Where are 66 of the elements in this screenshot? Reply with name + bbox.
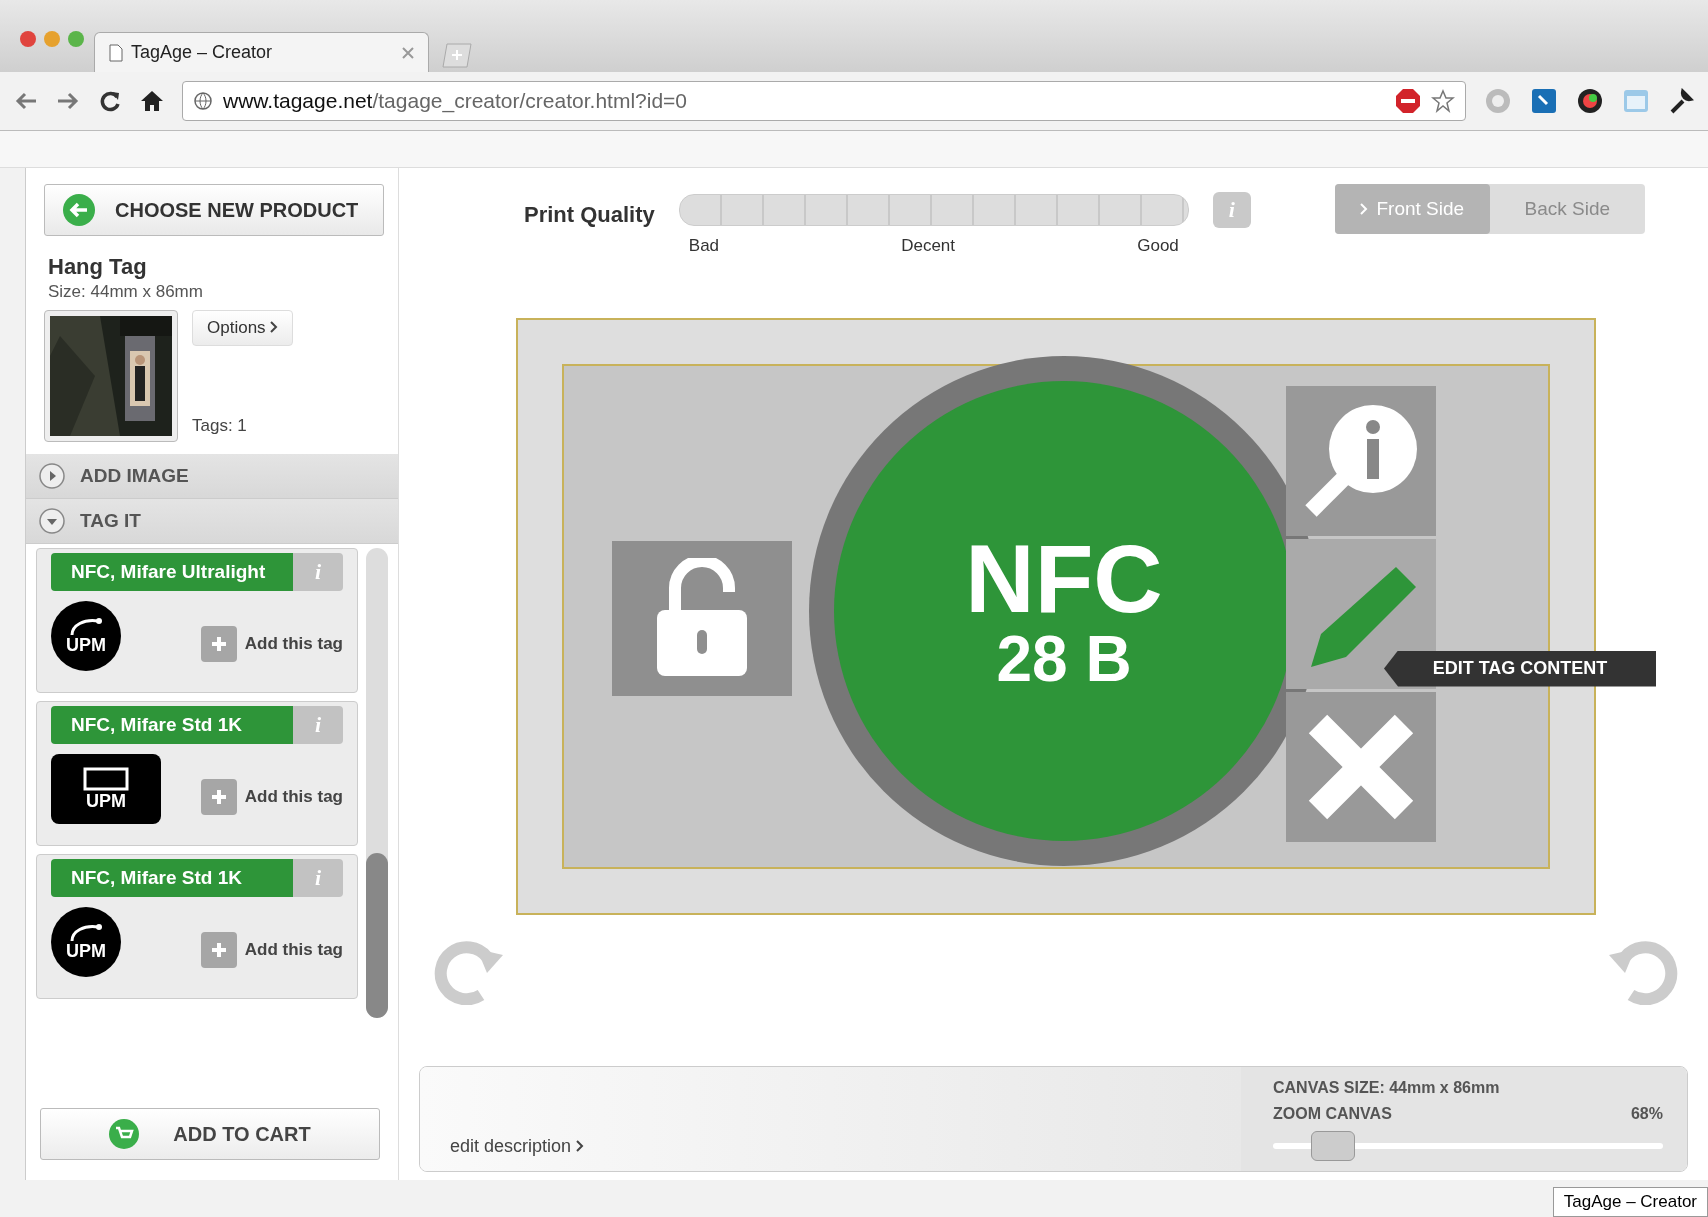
page-icon <box>109 43 123 62</box>
slider-thumb[interactable] <box>1310 1131 1355 1161</box>
product-name: Hang Tag <box>48 254 148 280</box>
zoom-window-button[interactable] <box>68 31 84 47</box>
add-tag-button[interactable]: Add this tag <box>200 779 343 815</box>
chevron-icon <box>1360 203 1369 215</box>
zoom-reading: 68% <box>1630 1105 1663 1123</box>
wrench-icon[interactable] <box>1668 88 1694 114</box>
address-bar[interactable]: www.tagage.net/tagage_creator/creator.html?id=0 <box>182 81 1466 121</box>
reload-icon[interactable] <box>98 89 122 113</box>
add-tag-button[interactable]: Add this tag <box>200 932 343 968</box>
cart-icon <box>109 1119 140 1149</box>
stop-sign-icon[interactable] <box>1395 88 1421 114</box>
scale-label: Decent <box>901 236 956 256</box>
plus-icon <box>209 941 228 959</box>
tag-name: NFC, Mifare Ultralight <box>51 553 293 591</box>
choose-new-product-button[interactable]: CHOOSE NEW PRODUCT <box>44 184 384 236</box>
tags-count: Tags: 1 <box>192 416 248 436</box>
tag-logo: UPM <box>51 907 121 977</box>
forward-icon[interactable] <box>56 91 80 111</box>
tooltip: EDIT TAG CONTENT <box>1384 650 1656 687</box>
color-wheel-icon[interactable] <box>1576 87 1604 115</box>
tag-type: NFC <box>965 530 1163 627</box>
expanded-icon <box>38 507 66 535</box>
star-icon[interactable] <box>1431 89 1455 113</box>
url-text: www.tagage.net/tagage_creator/creator.html?id=0 <box>223 89 688 113</box>
add-tag-button[interactable]: Add this tag <box>200 626 343 662</box>
close-window-button[interactable] <box>20 31 36 47</box>
unlock-button[interactable] <box>612 540 792 696</box>
tag-size: 28 B <box>996 626 1132 691</box>
info-button[interactable] <box>1286 385 1436 536</box>
tag-name: NFC, Mifare Std 1K <box>51 706 293 744</box>
scrollbar[interactable] <box>366 548 388 1018</box>
tab-title: TagAge – Creator <box>131 42 273 63</box>
section-header[interactable]: ADD IMAGE <box>26 454 398 499</box>
options-button[interactable]: Options <box>192 310 294 346</box>
unlock-icon <box>654 558 750 678</box>
product-size: Size: 44mm x 86mm <box>48 282 204 302</box>
minimize-window-button[interactable] <box>44 31 60 47</box>
browser-tab[interactable]: TagAge – Creator <box>94 32 429 72</box>
square-extension-icon[interactable] <box>1530 87 1558 115</box>
new-tab-icon[interactable] <box>439 42 473 68</box>
collapsed-icon <box>38 462 66 490</box>
scale-label: Bad <box>688 236 720 256</box>
tag-logo: UPM <box>51 601 121 671</box>
plus-icon <box>209 788 228 806</box>
tag-logo: UPM <box>51 754 161 824</box>
print-quality-label: Print Quality <box>524 202 655 228</box>
chevron-icon <box>576 1140 585 1152</box>
zoom-label: ZOOM CANVAS <box>1273 1105 1392 1123</box>
close-icon[interactable] <box>402 46 414 59</box>
section-header[interactable]: TAG IT <box>26 499 398 544</box>
edit-description-link[interactable]: edit description <box>450 1136 585 1157</box>
add-to-cart-button[interactable]: ADD TO CART <box>40 1108 380 1160</box>
delete-button[interactable] <box>1286 691 1436 842</box>
back-icon[interactable] <box>14 91 38 111</box>
edit-button[interactable] <box>1286 538 1436 689</box>
tag-name: NFC, Mifare Std 1K <box>51 859 293 897</box>
chevron-icon <box>270 321 279 333</box>
plus-icon <box>209 635 228 653</box>
status-tooltip: TagAge – Creator <box>1552 1187 1708 1217</box>
home-icon[interactable] <box>140 89 164 113</box>
scale-label: Good <box>1137 236 1179 256</box>
globe-extension-icon[interactable] <box>1484 87 1512 115</box>
globe-icon <box>193 91 213 111</box>
canvas-size: CANVAS SIZE: 44mm x 86mm <box>1273 1079 1501 1097</box>
